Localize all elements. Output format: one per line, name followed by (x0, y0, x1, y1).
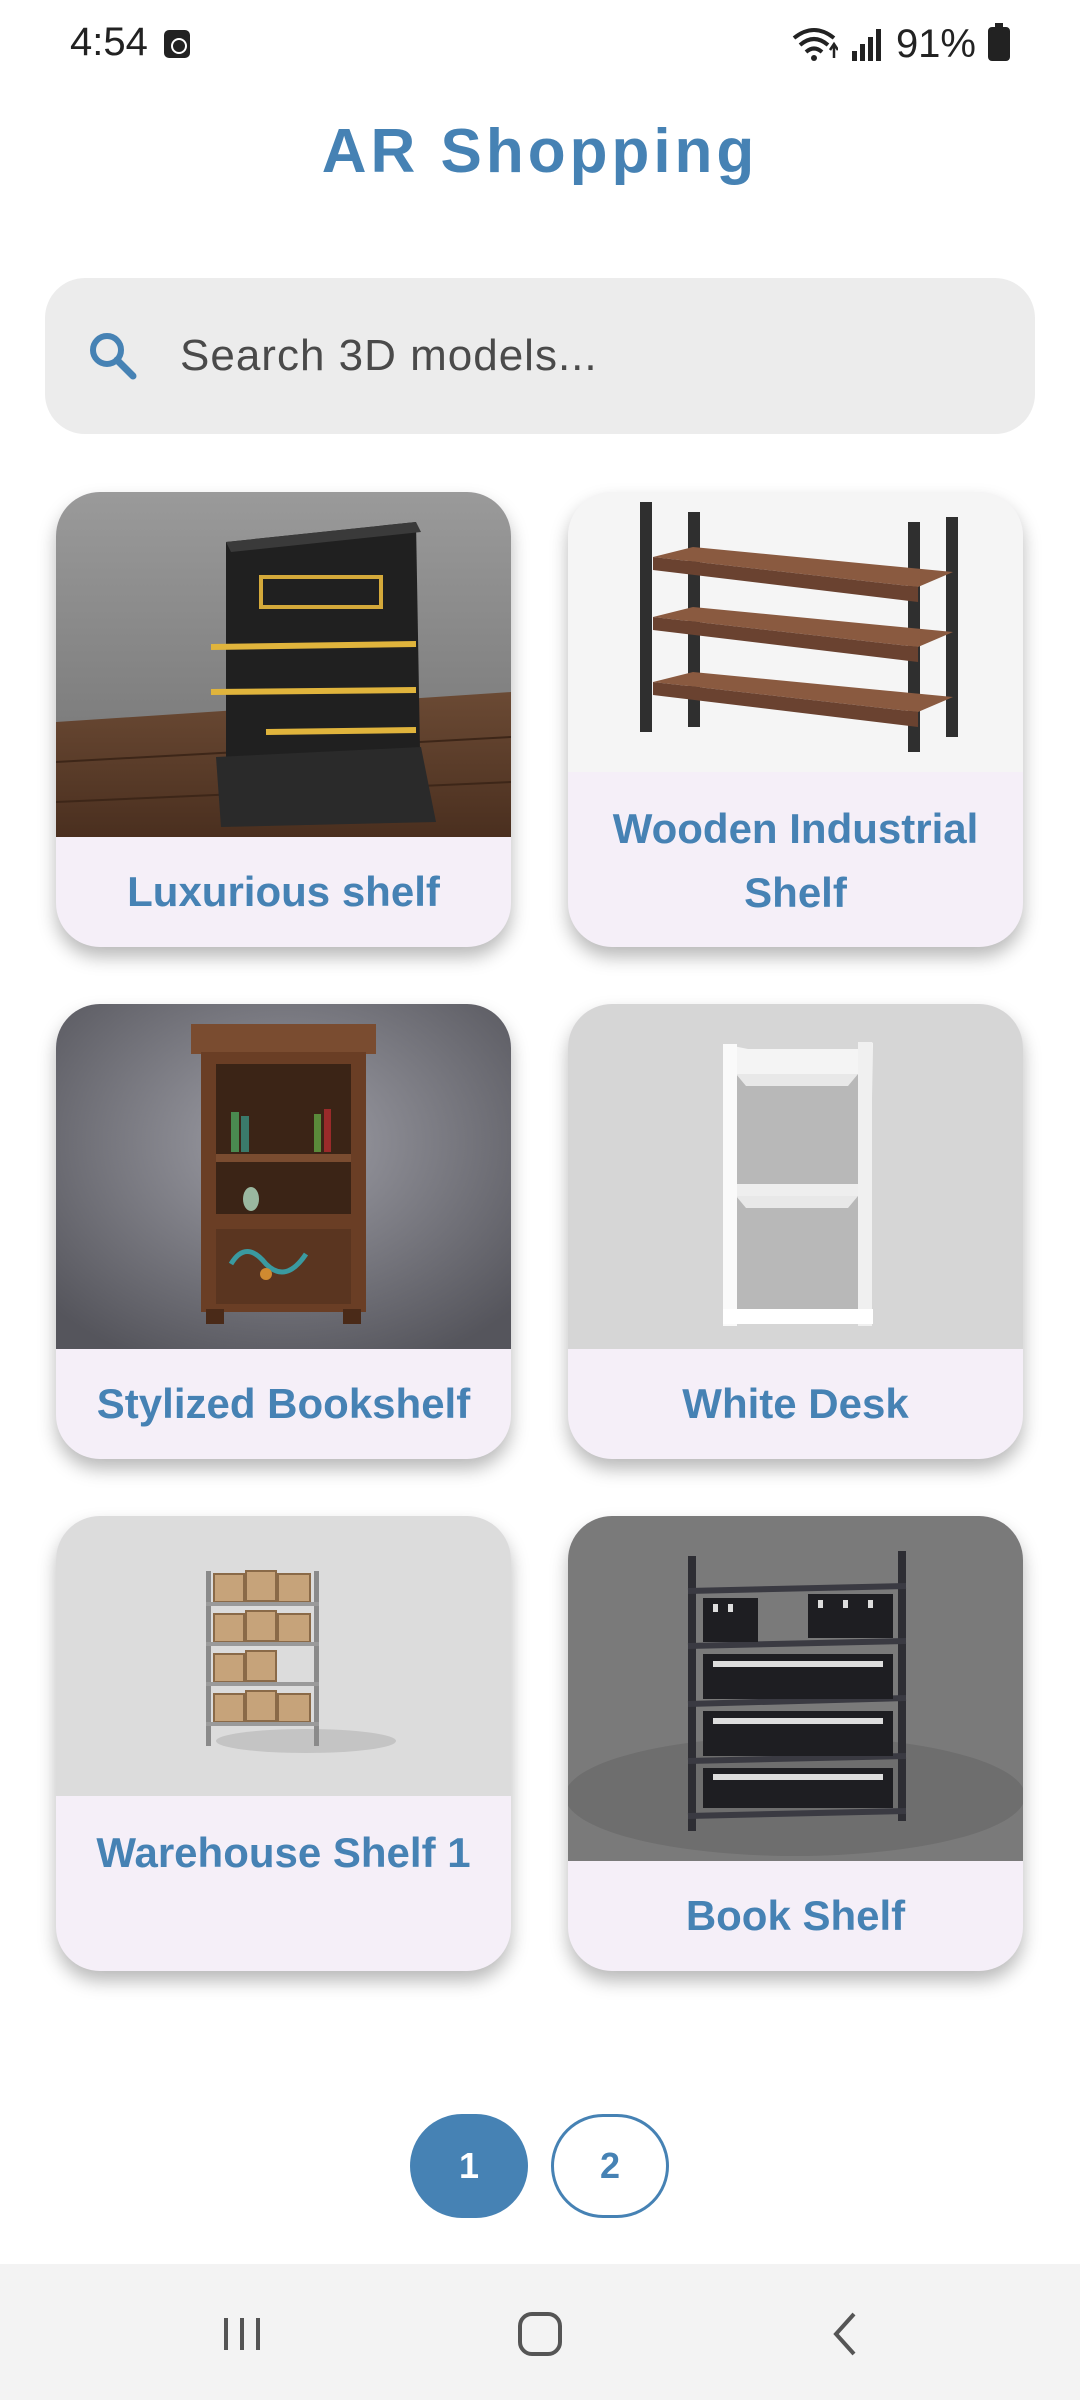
product-card-white-desk[interactable]: White Desk (568, 1004, 1023, 1459)
home-icon[interactable] (510, 2304, 570, 2364)
wifi-icon (792, 28, 838, 61)
product-card-warehouse-shelf-1[interactable]: Warehouse Shelf 1 (56, 1516, 511, 1971)
product-label: Wooden Industrial Shelf (612, 805, 979, 916)
product-image (568, 492, 1023, 772)
back-icon[interactable] (816, 2304, 876, 2364)
product-image (56, 1516, 511, 1796)
search-input[interactable] (180, 318, 1000, 394)
battery-icon (988, 23, 1010, 61)
page-button-2[interactable]: 2 (551, 2114, 669, 2218)
product-label: White Desk (682, 1380, 909, 1427)
search-bar[interactable] (45, 278, 1035, 434)
product-image (568, 1004, 1023, 1349)
product-image (56, 1004, 511, 1349)
product-label: Warehouse Shelf 1 (96, 1829, 471, 1876)
recent-apps-icon[interactable] (212, 2304, 272, 2364)
status-bar: 4:54 91% (0, 0, 1080, 88)
product-label: Book Shelf (685, 1892, 906, 1939)
product-card-stylized-bookshelf[interactable]: Stylized Bookshelf (56, 1004, 511, 1459)
product-label: Luxurious shelf (127, 868, 440, 915)
screen-record-icon (164, 30, 190, 58)
product-card-wooden-industrial-shelf[interactable]: Wooden Industrial Shelf (568, 492, 1023, 947)
product-image (568, 1516, 1023, 1861)
product-image (56, 492, 511, 837)
battery-percentage: 91% (895, 21, 976, 66)
page-button-1[interactable]: 1 (410, 2114, 528, 2218)
search-icon (90, 333, 137, 380)
product-label: Stylized Bookshelf (96, 1380, 471, 1427)
product-card-luxurious-shelf[interactable]: Luxurious shelf (56, 492, 511, 947)
status-indicators: 91% (790, 22, 1010, 66)
status-time: 4:54 (70, 20, 148, 64)
signal-icon (851, 29, 881, 61)
system-nav-bar (0, 2264, 1080, 2400)
product-card-book-shelf[interactable]: Book Shelf (568, 1516, 1023, 1971)
page-title: AR Shopping (321, 117, 759, 186)
